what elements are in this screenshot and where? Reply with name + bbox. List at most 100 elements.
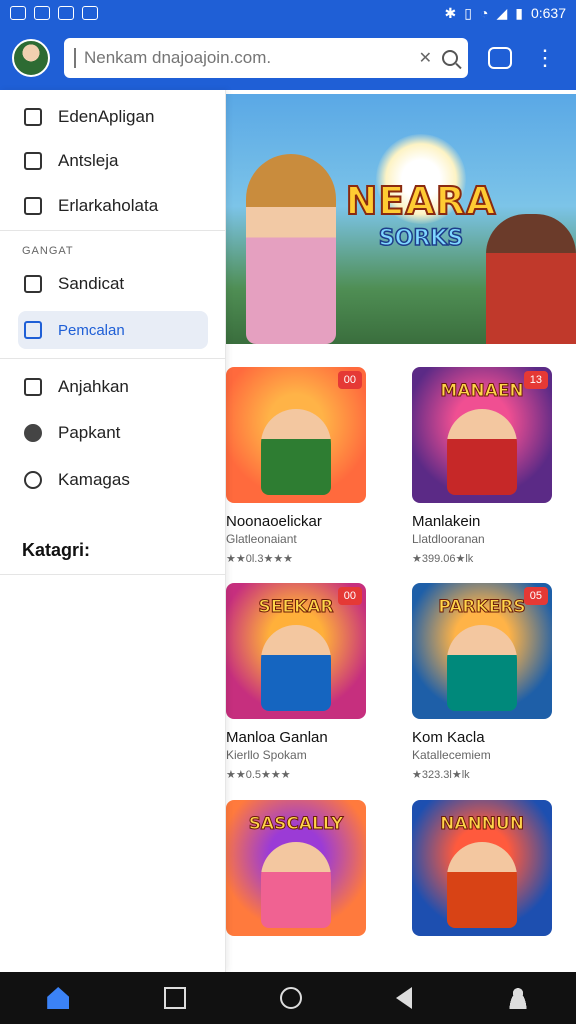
status-bar: ✱ ▯ ◔ ◢ ▮ 0:637 (0, 0, 576, 26)
app-card[interactable]: 00 Noonaoelickar Glatleonaiant ★★0l.3★★★ (226, 367, 366, 565)
status-time: 0:637 (530, 5, 566, 21)
drawer-item-label: Pemcalan (58, 321, 125, 339)
drawer-item-label: Antsleja (58, 151, 119, 170)
app-thumbnail-character (261, 409, 331, 495)
divider (0, 230, 226, 231)
info-circle-icon (24, 471, 42, 489)
notification-icon (34, 6, 50, 20)
app-thumbnail-character (261, 625, 331, 711)
price-badge: 13 (523, 371, 548, 389)
navigation-drawer: EdenApligan Antsleja Erlarkaholata GANGA… (0, 90, 226, 972)
app-thumbnail-character (447, 409, 517, 495)
hero-character-girl (246, 154, 336, 344)
notification-icons (10, 6, 98, 20)
app-developer: Katallecemiem (412, 748, 491, 762)
app-thumbnail-art-title: NANNUN (440, 814, 525, 835)
drawer-item-label: Anjahkan (58, 377, 129, 396)
search-icon[interactable] (442, 50, 458, 66)
app-rating: ★★0l.3★★★ (226, 553, 294, 565)
check-circle-icon (24, 424, 42, 442)
drawer-item-label: EdenApligan (58, 107, 155, 126)
section-label: GANGAT (22, 245, 74, 257)
drawer-item-label: Sandicat (58, 274, 125, 293)
drawer-item-label: Kamagas (58, 470, 130, 489)
drawer-item[interactable]: Anjahkan (18, 368, 208, 406)
update-icon[interactable] (488, 47, 512, 69)
app-rating: ★399.06★lk (412, 553, 474, 565)
vibrate-icon: ▯ (464, 4, 472, 21)
wifi-icon: ◔ (479, 5, 489, 21)
app-thumbnail[interactable]: MANAEN 13 (412, 367, 552, 503)
drawer-item[interactable]: Kamagas (18, 461, 208, 499)
drawer-item-label: Erlarkaholata (58, 196, 159, 215)
bookmark-icon (24, 197, 42, 215)
signal-icon: ◢ (496, 4, 508, 21)
drawer-item[interactable]: Papkant (18, 414, 208, 452)
app-rating: ★323.3l★lk (412, 769, 470, 781)
divider (0, 574, 226, 575)
search-box[interactable]: ✕ (64, 38, 468, 78)
price-badge: 00 (337, 587, 362, 605)
download-icon (24, 152, 42, 170)
hero-character-warrior (486, 214, 576, 344)
recent-apps-icon[interactable] (163, 987, 186, 1009)
close-icon[interactable]: ✕ (419, 48, 432, 68)
app-developer: Llatdlooranan (412, 532, 485, 546)
price-badge: 05 (523, 587, 548, 605)
inbox-icon (24, 378, 42, 396)
app-developer: Kierllo Spokam (226, 748, 307, 762)
app-thumbnail[interactable]: 00 (226, 367, 366, 503)
app-thumbnail-character (447, 842, 517, 928)
app-thumbnail-character (261, 842, 331, 928)
back-icon[interactable] (396, 987, 413, 1009)
app-thumbnail[interactable]: NANNUN (412, 800, 552, 936)
price-badge: 00 (337, 371, 362, 389)
notification-icon (10, 6, 26, 20)
bottom-navigation (0, 972, 576, 1024)
app-thumbnail-art-title: SASCALLY (248, 814, 344, 835)
category-title: Katagri: (22, 540, 91, 560)
drawer-item-label: Papkant (58, 423, 121, 442)
notification-icon (82, 6, 98, 20)
drawer-item[interactable]: EdenApligan (18, 98, 208, 136)
app-title: Kom Kacla (412, 729, 485, 746)
bluetooth-icon: ✱ (444, 4, 457, 21)
app-thumbnail-character (447, 625, 517, 711)
more-icon[interactable]: ⋮ (534, 47, 556, 69)
drawer-item[interactable]: Erlarkaholata (18, 187, 208, 225)
main-content: NEARA SORKS 00 Noonaoelickar Glatleonaia… (226, 90, 576, 972)
app-card[interactable]: SEEKAR 00 Manloa Ganlan Kierllo Spokam ★… (226, 583, 366, 781)
avatar[interactable] (12, 39, 50, 77)
battery-icon: ▮ (515, 4, 523, 21)
drawer-item-active[interactable]: Pemcalan (18, 311, 208, 349)
app-card[interactable]: SASCALLY (226, 800, 366, 936)
app-title: Manloa Ganlan (226, 729, 328, 746)
app-card[interactable]: NANNUN (412, 800, 552, 936)
search-input[interactable] (84, 48, 409, 68)
text-cursor (74, 48, 76, 68)
app-thumbnail[interactable]: PARKERS 05 (412, 583, 552, 719)
home-icon[interactable] (47, 987, 70, 1009)
app-bar: ✕ ⋮ (0, 26, 576, 90)
drawer-item[interactable]: Sandicat (18, 265, 208, 303)
app-card[interactable]: PARKERS 05 Kom Kacla Katallecemiem ★323.… (412, 583, 552, 781)
app-thumbnail[interactable]: SEEKAR 00 (226, 583, 366, 719)
hero-subtitle: SORKS (378, 225, 464, 252)
app-developer: Glatleonaiant (226, 532, 297, 546)
profile-icon[interactable] (506, 987, 529, 1009)
app-rating: ★★0.5★★★ (226, 769, 291, 781)
tag-icon (24, 108, 42, 126)
folder-icon (24, 321, 42, 339)
divider (0, 358, 226, 359)
notification-icon (58, 6, 74, 20)
calendar-icon (24, 275, 42, 293)
app-thumbnail[interactable]: SASCALLY (226, 800, 366, 936)
hero-title: NEARA (345, 178, 497, 224)
app-card[interactable]: MANAEN 13 Manlakein Llatdlooranan ★399.0… (412, 367, 552, 565)
hero-banner[interactable]: NEARA SORKS (226, 94, 576, 344)
app-title: Noonaoelickar (226, 513, 322, 530)
search-nav-icon[interactable] (279, 987, 302, 1009)
system-icons: ✱ ▯ ◔ ◢ ▮ 0:637 (445, 5, 566, 22)
drawer-item[interactable]: Antsleja (18, 142, 208, 180)
app-title: Manlakein (412, 513, 481, 530)
